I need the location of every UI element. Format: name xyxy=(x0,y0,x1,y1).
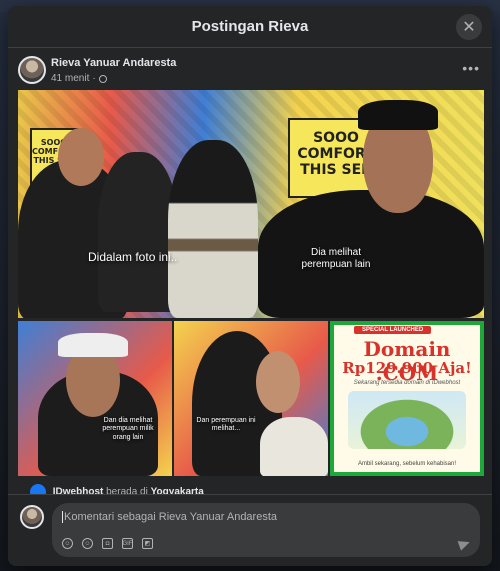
caption-tile2: Dan perempuan ini melihat... xyxy=(196,417,256,433)
send-icon[interactable] xyxy=(457,537,472,551)
close-icon: ✕ xyxy=(462,19,476,36)
composer-tools: ☺ ☺ ◘ GIF ◩ xyxy=(62,538,153,549)
close-button[interactable]: ✕ xyxy=(456,14,482,40)
ad-subtitle: Sekarang tersedia domain di IDwebhost xyxy=(353,380,461,386)
tile2-sweater xyxy=(260,417,328,476)
person-2 xyxy=(98,152,178,312)
comment-input[interactable]: Komentari sebagai Rieva Yanuar Andaresta… xyxy=(52,503,480,557)
person-1-face xyxy=(58,128,104,186)
photo-tile-3-ad[interactable]: SPECIAL LAUNCHED Domain .COM Rp129.900 A… xyxy=(330,321,484,476)
ad-price: Rp129.900 Aja! xyxy=(342,359,472,377)
composer-avatar xyxy=(20,505,44,529)
person-4-cap xyxy=(358,100,438,130)
comment-placeholder: Komentari sebagai Rieva Yanuar Andaresta xyxy=(62,511,278,523)
tile2-face xyxy=(256,351,300,413)
gif-icon[interactable]: GIF xyxy=(122,538,133,549)
camera-icon[interactable]: ◘ xyxy=(102,538,113,549)
more-options-button[interactable]: ••• xyxy=(462,60,480,76)
post-time[interactable]: 41 menit xyxy=(51,73,89,84)
author-name[interactable]: Rieva Yanuar Andaresta xyxy=(51,57,176,69)
modal-header: Postingan Rieva ✕ xyxy=(8,6,492,48)
ad-card: SPECIAL LAUNCHED Domain .COM Rp129.900 A… xyxy=(334,325,480,472)
modal-title: Postingan Rieva xyxy=(191,18,309,35)
tile1-cap xyxy=(58,333,128,357)
author-avatar[interactable] xyxy=(18,56,46,84)
caption-tile1: Dan dia melihat perempuan milik orang la… xyxy=(102,417,154,441)
post-modal: Postingan Rieva ✕ Rieva Yanuar Andaresta… xyxy=(8,6,492,566)
meta-separator: · xyxy=(92,73,96,84)
photo-grid: SOOO COMFORT THIS SER SOOO COMFORT THIS … xyxy=(18,90,484,476)
sticker-icon[interactable]: ◩ xyxy=(142,538,153,549)
emoji-icon[interactable]: ☺ xyxy=(82,538,93,549)
photo-main[interactable]: SOOO COMFORT THIS SER SOOO COMFORT THIS … xyxy=(18,90,484,318)
post-header: Rieva Yanuar Andaresta 41 menit · ••• xyxy=(8,54,492,94)
photo-tile-1[interactable]: Dan dia melihat perempuan milik orang la… xyxy=(18,321,172,476)
globe-icon[interactable] xyxy=(98,74,107,83)
caption-main-right: Dia melihat perempuan lain xyxy=(301,247,371,270)
ad-footer: Ambil sekarang, sebelum kehabisan! xyxy=(357,461,457,467)
person-3 xyxy=(168,140,258,318)
avatar-sticker-icon[interactable]: ☺ xyxy=(62,538,73,549)
caption-main-left: Didalam foto ini.. xyxy=(88,250,178,264)
ad-illustration xyxy=(348,391,466,449)
post-meta: 41 menit · xyxy=(51,73,107,84)
photo-tile-2[interactable]: Dan perempuan ini melihat... xyxy=(174,321,328,476)
comment-composer: Komentari sebagai Rieva Yanuar Andaresta… xyxy=(8,494,492,566)
ad-badge: SPECIAL LAUNCHED xyxy=(354,326,432,334)
